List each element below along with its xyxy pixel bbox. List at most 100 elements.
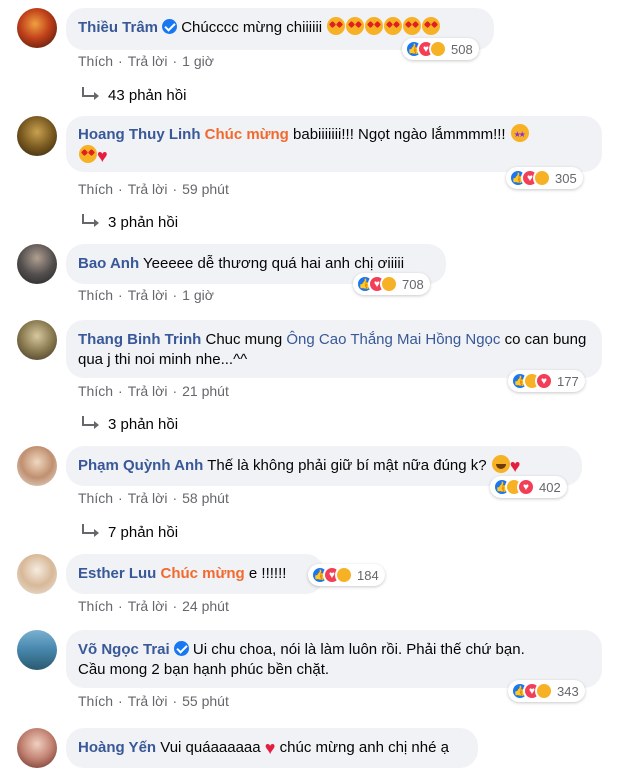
reply-arrow-icon — [82, 87, 99, 100]
reaction-count: 184 — [357, 567, 379, 583]
comment-bubble: Esther Luu Chúc mừng e !!!!!! — [66, 554, 324, 594]
reaction-count: 508 — [451, 41, 473, 57]
avatar[interactable] — [17, 8, 57, 48]
love-reaction-icon: ♥ — [517, 478, 535, 496]
haha-reaction-icon — [380, 275, 398, 293]
comment-text: Ui chu choa, nói là làm luôn rồi. Phải t… — [192, 641, 525, 658]
reaction-summary[interactable]: 👍 ♥ 402 — [490, 476, 567, 498]
smiling-hearts-emoji-icon — [327, 17, 346, 35]
heart-eyes-emoji-icon — [384, 17, 403, 35]
reply-arrow-icon — [82, 524, 99, 537]
reaction-summary[interactable]: 👍 ♥ 343 — [508, 680, 585, 702]
view-replies-link[interactable]: 7 phản hồi — [82, 523, 178, 543]
love-reaction-icon: ♥ — [535, 372, 553, 390]
comment-text: Thế là không phải giữ bí mật nữa đúng k? — [207, 457, 487, 474]
avatar[interactable] — [17, 446, 57, 486]
like-button[interactable]: Thích — [78, 383, 113, 399]
comment-time[interactable]: 1 giờ — [182, 53, 214, 69]
heart-eyes-emoji-icon — [403, 17, 422, 35]
avatar[interactable] — [17, 244, 57, 284]
red-heart-emoji-icon: ♥ — [264, 738, 276, 758]
comment-actions: Thích · Trả lời · 55 phút — [78, 693, 229, 709]
reply-button[interactable]: Trả lời — [128, 693, 168, 709]
comment-actions: Thích · Trả lời · 59 phút — [78, 181, 229, 197]
comment-author[interactable]: Thang Binh Trinh — [78, 331, 201, 348]
view-replies-link[interactable]: 3 phản hồi — [82, 213, 178, 233]
comment-time[interactable]: 1 giờ — [182, 287, 214, 303]
reply-button[interactable]: Trả lời — [128, 490, 168, 506]
comment-author[interactable]: Võ Ngọc Trai — [78, 641, 170, 658]
heart-eyes-emoji-icon — [365, 17, 384, 35]
comment-text: Yeeeee dễ thương quá hai anh chị ơiiiii — [143, 255, 405, 272]
heart-eyes-emoji-icon — [422, 17, 441, 35]
comment-time[interactable]: 21 phút — [182, 383, 229, 399]
like-button[interactable]: Thích — [78, 53, 113, 69]
comment-time[interactable]: 58 phút — [182, 490, 229, 506]
comment-time[interactable]: 24 phút — [182, 598, 229, 614]
reaction-summary[interactable]: 👍 ♥ 305 — [506, 167, 583, 189]
avatar[interactable] — [17, 116, 57, 156]
verified-badge-icon — [173, 641, 189, 656]
reaction-summary[interactable]: 👍 ♥ 508 — [402, 38, 479, 60]
like-button[interactable]: Thích — [78, 693, 113, 709]
comment-author[interactable]: Bao Anh — [78, 255, 139, 272]
haha-reaction-icon — [535, 682, 553, 700]
reply-button[interactable]: Trả lời — [128, 598, 168, 614]
comment-text: e !!!!!! — [248, 565, 287, 582]
like-button[interactable]: Thích — [78, 287, 113, 303]
reply-arrow-icon — [82, 416, 99, 429]
star-struck-emoji-icon — [510, 124, 529, 145]
red-heart-emoji-icon: ♥ — [97, 146, 108, 166]
reaction-summary[interactable]: 👍 ♥ 177 — [508, 370, 585, 392]
reaction-count: 402 — [539, 479, 561, 495]
comment-author[interactable]: Hoang Thuy Linh — [78, 126, 200, 143]
comment-text-prefix: Chuc mung — [205, 331, 283, 348]
haha-reaction-icon — [533, 169, 551, 187]
avatar[interactable] — [17, 320, 57, 360]
rolling-laugh-emoji-icon — [491, 455, 510, 473]
comment-actions: Thích · Trả lời · 58 phút — [78, 490, 229, 506]
comment-actions: Thích · Trả lời · 1 giờ — [78, 53, 214, 69]
reply-button[interactable]: Trả lời — [128, 383, 168, 399]
like-button[interactable]: Thích — [78, 181, 113, 197]
verified-badge-icon — [162, 19, 178, 34]
comment-time[interactable]: 59 phút — [182, 181, 229, 197]
comment-actions: Thích · Trả lời · 1 giờ — [78, 287, 214, 303]
comment-text: babiiiiiii!!! Ngọt ngào lắmmmm!!! — [293, 126, 506, 143]
comment-author[interactable]: Thiều Trâm — [78, 19, 158, 36]
comment-actions: Thích · Trả lời · 24 phút — [78, 598, 229, 614]
red-heart-emoji-icon: ♥ — [509, 456, 521, 476]
comment-text: Vui quáaaaaaa — [160, 739, 261, 756]
comment-author[interactable]: Esther Luu — [78, 565, 156, 582]
reply-button[interactable]: Trả lời — [128, 287, 168, 303]
reaction-count: 708 — [402, 276, 424, 292]
smiling-hearts-emoji-icon — [346, 17, 365, 35]
avatar[interactable] — [17, 728, 57, 768]
comment-time[interactable]: 55 phút — [182, 693, 229, 709]
like-button[interactable]: Thích — [78, 490, 113, 506]
haha-reaction-icon — [429, 40, 447, 58]
reaction-count: 305 — [555, 170, 577, 186]
comment-author[interactable]: Phạm Quỳnh Anh — [78, 457, 203, 474]
reply-arrow-icon — [82, 214, 99, 227]
comment-text-suffix: chúc mừng anh chị nhé ạ — [279, 739, 449, 756]
reply-button[interactable]: Trả lời — [128, 53, 168, 69]
view-replies-link[interactable]: 3 phản hồi — [82, 415, 178, 435]
mention-tag[interactable]: Ông Cao Thắng Mai Hồng Ngọc — [286, 331, 500, 348]
mention-tag[interactable]: Chúc mừng — [205, 126, 289, 143]
like-button[interactable]: Thích — [78, 598, 113, 614]
comment-text-line2: Cầu mong 2 bạn hạnh phúc bền chặt. — [78, 661, 330, 678]
reply-button[interactable]: Trả lời — [128, 181, 168, 197]
reaction-summary[interactable]: 👍 ♥ 184 — [308, 564, 385, 586]
comment-bubble: Hoàng Yến Vui quáaaaaaa ♥ chúc mừng anh … — [66, 728, 478, 768]
comment-author[interactable]: Hoàng Yến — [78, 739, 156, 756]
comment-text: Chúcccc mừng chiiiiii — [181, 19, 323, 36]
reaction-count: 343 — [557, 683, 579, 699]
reaction-summary[interactable]: 👍 ♥ 708 — [353, 273, 430, 295]
reaction-count: 177 — [557, 373, 579, 389]
heart-eyes-emoji-icon — [79, 145, 97, 163]
mention-tag[interactable]: Chúc mừng — [161, 565, 245, 582]
avatar[interactable] — [17, 630, 57, 670]
view-replies-link[interactable]: 43 phản hồi — [82, 86, 186, 106]
avatar[interactable] — [17, 554, 57, 594]
